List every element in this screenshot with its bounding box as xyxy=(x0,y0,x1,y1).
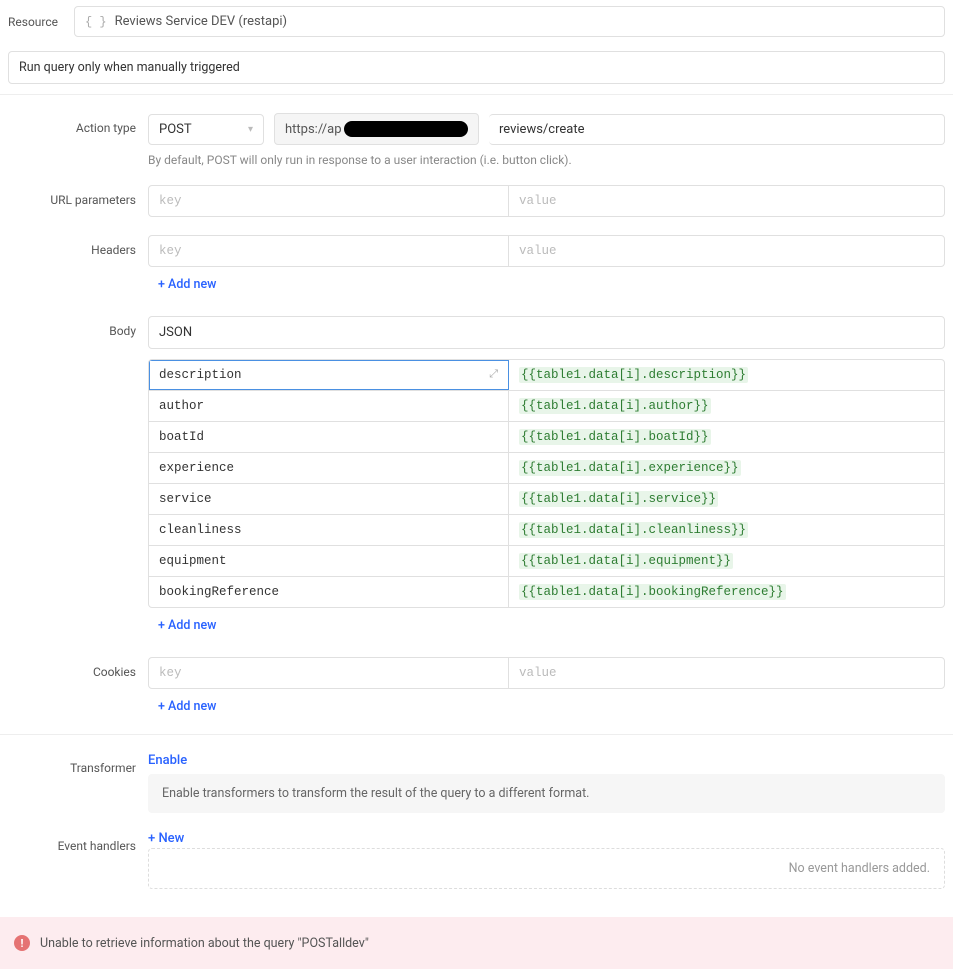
cookies-table: key value xyxy=(148,657,945,689)
body-key-text: boatId xyxy=(159,430,204,444)
body-row: bookingReference {{table1.data[i].booking… xyxy=(149,577,944,607)
body-add-new[interactable]: + Add new xyxy=(148,608,945,639)
body-value-expression: {{table1.data[i].description}} xyxy=(519,367,748,383)
body-type-value: JSON xyxy=(159,325,192,340)
resource-label: Resource xyxy=(8,15,74,29)
transformer-enable-link[interactable]: Enable xyxy=(148,751,187,768)
cookie-key-input[interactable]: key xyxy=(149,658,509,688)
body-value-input[interactable]: {{table1.data[i].equipment}} xyxy=(509,546,944,576)
body-key-input[interactable]: service xyxy=(149,484,509,514)
cookies-add-new[interactable]: + Add new xyxy=(148,689,945,720)
header-value-input[interactable]: value xyxy=(509,236,944,266)
redacted-block xyxy=(344,121,468,137)
body-key-input[interactable]: cleanliness xyxy=(149,515,509,545)
http-method-value: POST xyxy=(159,122,192,137)
cookies-row-empty: key value xyxy=(149,658,944,688)
body-value-input[interactable]: {{table1.data[i].description}} xyxy=(509,360,944,390)
url-params-row-empty: key value xyxy=(149,186,944,216)
expand-icon[interactable]: ⤢ xyxy=(489,369,498,381)
body-value-input[interactable]: {{table1.data[i].cleanliness}} xyxy=(509,515,944,545)
action-type-label: Action type xyxy=(8,113,148,135)
resource-value: Reviews Service DEV (restapi) xyxy=(115,14,287,29)
body-key-input[interactable]: boatId xyxy=(149,422,509,452)
body-table: description ⤢ {{table1.data[i].description… xyxy=(148,359,945,608)
body-row: equipment {{table1.data[i].equipment}} xyxy=(149,546,944,577)
url-params-table: key value xyxy=(148,185,945,217)
url-path-input[interactable]: reviews/create xyxy=(489,114,945,145)
cookies-label: Cookies xyxy=(8,657,148,679)
body-value-expression: {{table1.data[i].bookingReference}} xyxy=(519,584,786,600)
body-value-expression: {{table1.data[i].experience}} xyxy=(519,460,741,476)
run-trigger-select[interactable]: Run query only when manually triggered xyxy=(8,51,945,84)
body-value-expression: {{table1.data[i].author}} xyxy=(519,398,711,414)
base-url-prefix: https://ap xyxy=(285,122,342,137)
event-handlers-new-link[interactable]: + New xyxy=(148,831,184,846)
transformer-info: Enable transformers to transform the res… xyxy=(148,774,945,813)
body-row: author {{table1.data[i].author}} xyxy=(149,391,944,422)
base-url-display: https://ap xyxy=(274,113,479,145)
body-key-input[interactable]: author xyxy=(149,391,509,421)
action-hint: By default, POST will only run in respon… xyxy=(148,153,945,167)
error-message: Unable to retrieve information about the… xyxy=(40,936,369,951)
body-type-select[interactable]: JSON xyxy=(148,316,945,349)
error-bar: ! Unable to retrieve information about t… xyxy=(0,917,953,969)
body-value-expression: {{table1.data[i].boatId}} xyxy=(519,429,711,445)
body-key-input[interactable]: experience xyxy=(149,453,509,483)
error-icon: ! xyxy=(14,935,30,951)
body-value-expression: {{table1.data[i].cleanliness}} xyxy=(519,522,748,538)
url-param-value-input[interactable]: value xyxy=(509,186,944,216)
resource-select[interactable]: { } Reviews Service DEV (restapi) xyxy=(74,6,945,37)
body-key-text: service xyxy=(159,492,212,506)
headers-table: key value xyxy=(148,235,945,267)
body-key-input[interactable]: equipment xyxy=(149,546,509,576)
body-row: cleanliness {{table1.data[i].cleanliness}… xyxy=(149,515,944,546)
body-value-input[interactable]: {{table1.data[i].author}} xyxy=(509,391,944,421)
http-method-select[interactable]: POST ▾ xyxy=(148,114,264,145)
body-row: service {{table1.data[i].service}} xyxy=(149,484,944,515)
body-value-input[interactable]: {{table1.data[i].bookingReference}} xyxy=(509,577,944,607)
body-key-input[interactable]: description ⤢ xyxy=(149,360,509,390)
event-handlers-empty: No event handlers added. xyxy=(148,848,945,889)
body-row: description ⤢ {{table1.data[i].description… xyxy=(149,360,944,391)
body-key-text: cleanliness xyxy=(159,523,242,537)
body-key-text: description xyxy=(159,368,242,382)
body-key-text: author xyxy=(159,399,204,413)
transformer-label: Transformer xyxy=(8,753,148,775)
url-params-label: URL parameters xyxy=(8,185,148,207)
body-row: boatId {{table1.data[i].boatId}} xyxy=(149,422,944,453)
body-key-text: equipment xyxy=(159,554,227,568)
body-value-expression: {{table1.data[i].equipment}} xyxy=(519,553,733,569)
event-handlers-label: Event handlers xyxy=(8,831,148,853)
trigger-text: Run query only when manually triggered xyxy=(19,60,240,75)
body-key-input[interactable]: bookingReference xyxy=(149,577,509,607)
url-path-value: reviews/create xyxy=(499,122,585,137)
body-key-text: bookingReference xyxy=(159,585,279,599)
body-label: Body xyxy=(8,316,148,338)
headers-label: Headers xyxy=(8,235,148,257)
divider xyxy=(0,94,953,95)
chevron-down-icon: ▾ xyxy=(248,124,253,135)
headers-add-new[interactable]: + Add new xyxy=(148,267,945,298)
body-row: experience {{table1.data[i].experience}} xyxy=(149,453,944,484)
header-key-input[interactable]: key xyxy=(149,236,509,266)
body-value-input[interactable]: {{table1.data[i].service}} xyxy=(509,484,944,514)
divider xyxy=(0,734,953,735)
headers-row-empty: key value xyxy=(149,236,944,266)
body-value-input[interactable]: {{table1.data[i].boatId}} xyxy=(509,422,944,452)
body-value-input[interactable]: {{table1.data[i].experience}} xyxy=(509,453,944,483)
braces-icon: { } xyxy=(85,15,107,29)
url-param-key-input[interactable]: key xyxy=(149,186,509,216)
body-key-text: experience xyxy=(159,461,234,475)
body-value-expression: {{table1.data[i].service}} xyxy=(519,491,718,507)
cookie-value-input[interactable]: value xyxy=(509,658,944,688)
